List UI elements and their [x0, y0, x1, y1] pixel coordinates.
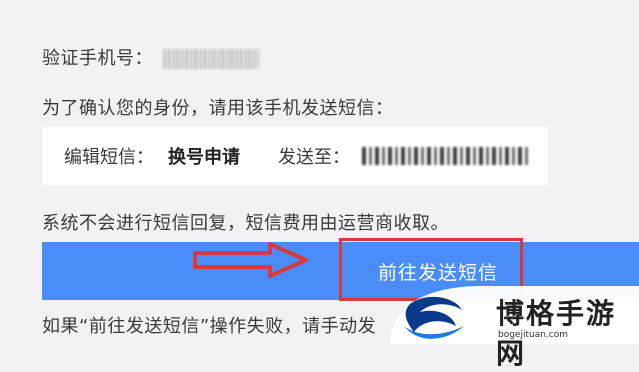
masked-phone-number [163, 49, 259, 69]
edit-sms-label: 编辑短信： [64, 147, 154, 168]
right-arrow-icon [193, 242, 308, 278]
sms-content-value[interactable]: 换号申请 [168, 143, 240, 169]
send-sms-button-label: 前往发送短信 [378, 263, 499, 284]
instruction-text: 为了确认您的身份，请用该手机发送短信： [42, 98, 394, 119]
send-to-label: 发送至： [278, 147, 350, 168]
fail-note-text: 如果“前往发送短信”操作失败，请手动发 [42, 316, 377, 337]
sms-notice-text: 系统不会进行短信回复，短信费用由运营商收取。 [42, 213, 449, 234]
sms-info-card: 编辑短信： 换号申请 发送至： [42, 127, 548, 185]
verify-phone-label: 验证手机号： [42, 48, 153, 69]
verify-phone-row: 验证手机号： [42, 44, 259, 70]
watermark-url: bogejituan.com [498, 330, 569, 340]
masked-target-number[interactable] [362, 147, 530, 165]
